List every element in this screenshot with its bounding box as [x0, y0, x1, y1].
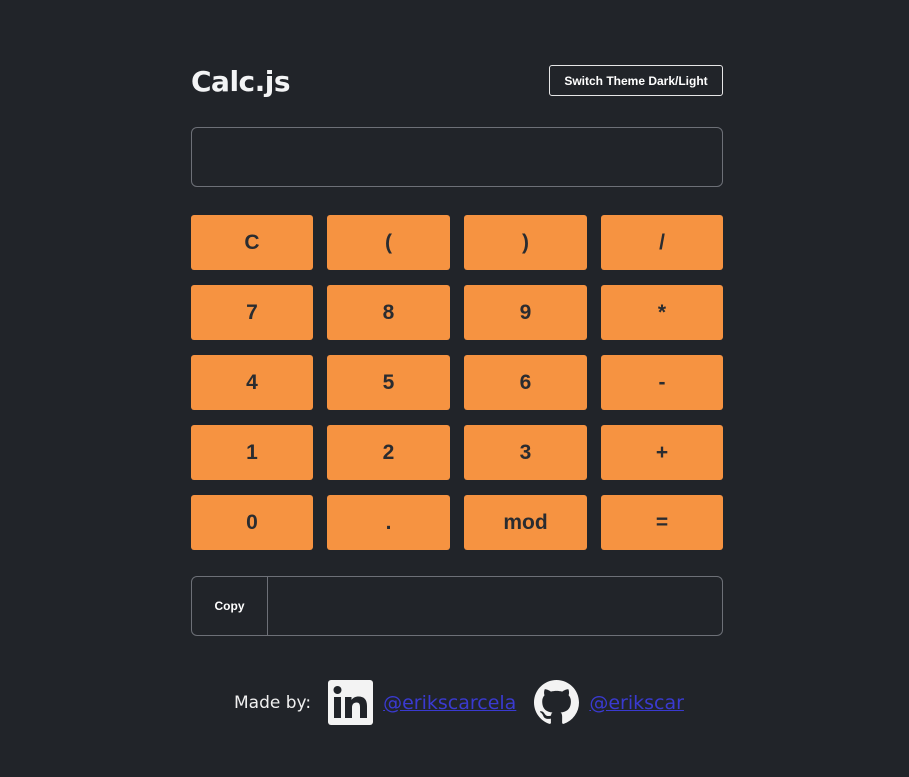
key-mod[interactable]: mod	[464, 495, 587, 550]
key-close-paren[interactable]: )	[464, 215, 587, 270]
linkedin-icon[interactable]	[328, 680, 374, 725]
footer: Made by: @erikscarcela @erikscar	[234, 680, 684, 725]
key-add[interactable]: +	[601, 425, 723, 480]
key-divide[interactable]: /	[601, 215, 723, 270]
switch-theme-button[interactable]: Switch Theme Dark/Light	[549, 65, 723, 96]
key-7[interactable]: 7	[191, 285, 313, 340]
github-icon[interactable]	[534, 680, 580, 725]
linkedin-link[interactable]: @erikscarcela	[383, 692, 516, 714]
github-link[interactable]: @erikscar	[589, 692, 684, 714]
key-0[interactable]: 0	[191, 495, 313, 550]
result-group: Copy	[191, 576, 723, 636]
key-decimal[interactable]: .	[327, 495, 450, 550]
copy-button[interactable]: Copy	[192, 577, 268, 635]
key-8[interactable]: 8	[327, 285, 450, 340]
key-6[interactable]: 6	[464, 355, 587, 410]
key-clear[interactable]: C	[191, 215, 313, 270]
key-open-paren[interactable]: (	[327, 215, 450, 270]
key-4[interactable]: 4	[191, 355, 313, 410]
made-by-label: Made by:	[234, 692, 312, 713]
keypad: C ( ) / 7 8 9 * 4 5 6 - 1 2 3 + 0 . mod …	[191, 215, 723, 550]
key-9[interactable]: 9	[464, 285, 587, 340]
calculator-display-input[interactable]	[191, 127, 723, 187]
key-equals[interactable]: =	[601, 495, 723, 550]
key-3[interactable]: 3	[464, 425, 587, 480]
key-multiply[interactable]: *	[601, 285, 723, 340]
key-subtract[interactable]: -	[601, 355, 723, 410]
key-5[interactable]: 5	[327, 355, 450, 410]
app-title: Calc.js	[191, 65, 291, 98]
result-field[interactable]	[268, 577, 722, 635]
key-2[interactable]: 2	[327, 425, 450, 480]
key-1[interactable]: 1	[191, 425, 313, 480]
header: Calc.js Switch Theme Dark/Light	[191, 62, 723, 102]
